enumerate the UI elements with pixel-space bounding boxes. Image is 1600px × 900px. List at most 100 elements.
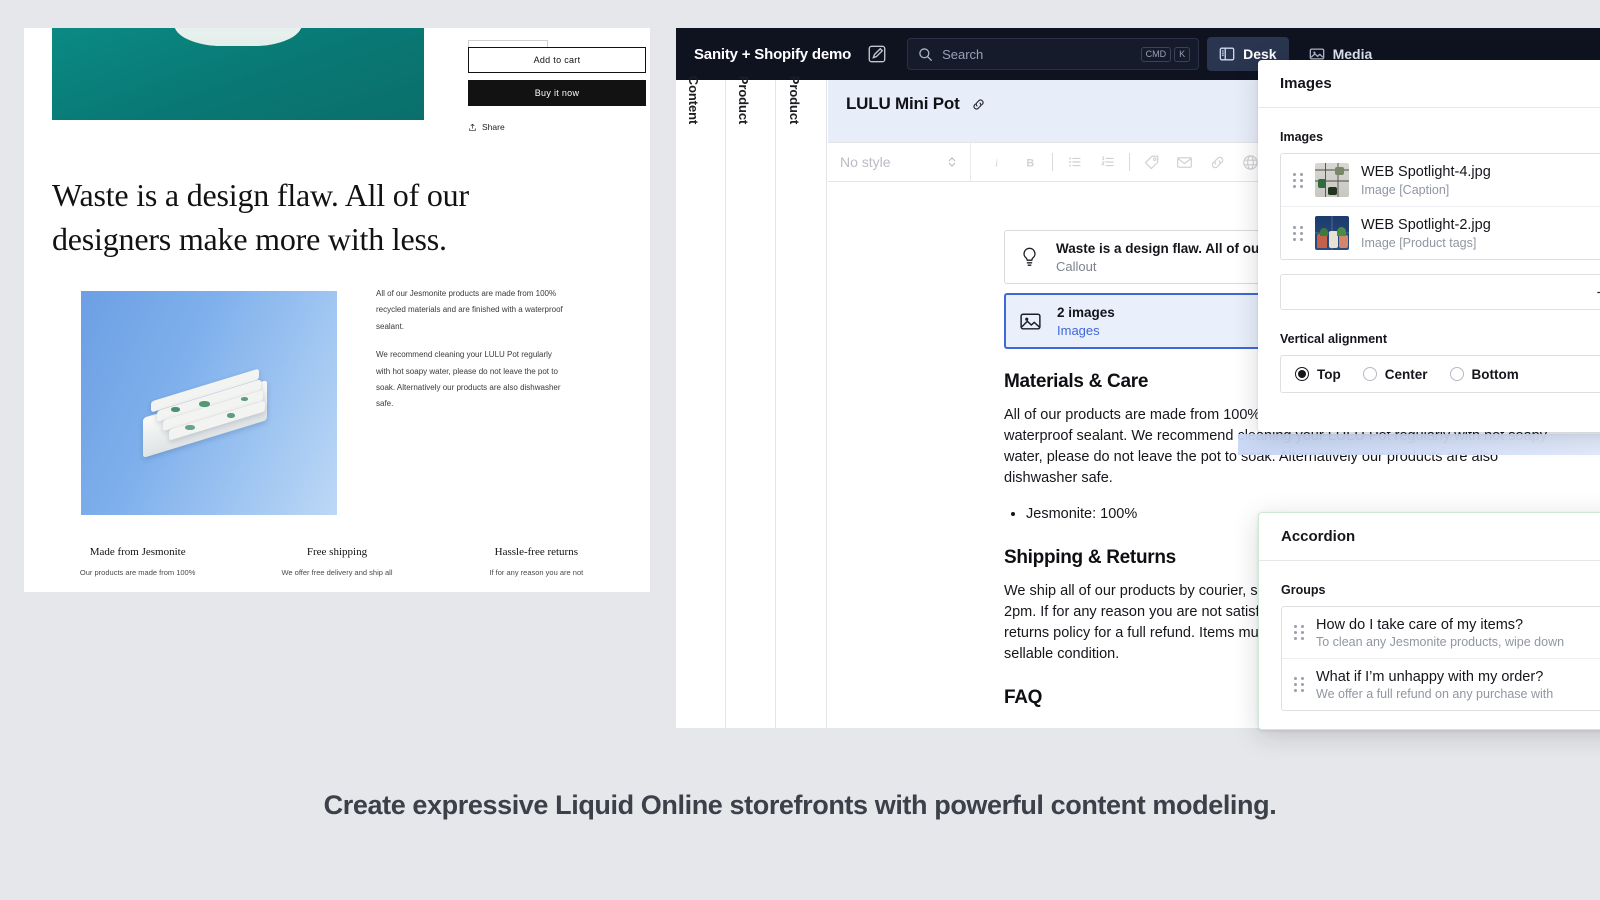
feature-item: Free shipping We offer free delivery and… bbox=[237, 546, 436, 578]
bullet-list-icon[interactable] bbox=[1058, 154, 1091, 170]
chevron-updown-icon bbox=[948, 156, 956, 168]
radio-indicator bbox=[1449, 367, 1464, 381]
add-to-cart-button[interactable]: Add to cart bbox=[468, 47, 646, 73]
search-icon bbox=[919, 47, 933, 61]
groups-array: How do I take care of my items? To clean… bbox=[1281, 606, 1600, 712]
feature-title: Hassle-free returns bbox=[494, 546, 579, 558]
drag-handle-icon[interactable] bbox=[1294, 677, 1304, 693]
image-thumbnail bbox=[1315, 163, 1349, 197]
compose-icon[interactable] bbox=[867, 44, 887, 64]
storefront-feature-row: Made from Jesmonite Our products are mad… bbox=[38, 546, 636, 578]
images-dialog: Images Images WEB Spotlight-4.jpg Image … bbox=[1258, 60, 1600, 432]
bold-icon[interactable]: B bbox=[1014, 155, 1047, 170]
radio-top[interactable]: Top bbox=[1295, 367, 1341, 382]
care-copy-paragraph-2: We recommend cleaning your LULU Pot regu… bbox=[376, 350, 561, 409]
pane-label: Product bbox=[735, 75, 751, 125]
studio-title: Sanity + Shopify demo bbox=[694, 45, 852, 63]
radio-label: Center bbox=[1384, 366, 1428, 382]
search-placeholder: Search bbox=[942, 46, 984, 62]
accordion-dialog-header: Accordion bbox=[1259, 513, 1600, 561]
radio-indicator bbox=[1295, 367, 1309, 381]
feature-title: Made from Jesmonite bbox=[89, 546, 186, 558]
list-item[interactable]: WEB Spotlight-2.jpg Image [Product tags] bbox=[1281, 206, 1600, 259]
style-select-value: No style bbox=[840, 154, 891, 170]
plus-icon bbox=[1597, 291, 1600, 293]
page-caption: Create expressive Liquid Online storefro… bbox=[323, 790, 1277, 820]
pane-product-collapsed-1[interactable]: Product bbox=[726, 76, 776, 728]
list-item[interactable]: WEB Spotlight-4.jpg Image [Caption] bbox=[1281, 154, 1600, 206]
product-hero-image bbox=[52, 28, 424, 120]
images-array: WEB Spotlight-4.jpg Image [Caption] WEB … bbox=[1280, 153, 1600, 260]
radio-bottom[interactable]: Bottom bbox=[1449, 366, 1519, 382]
drag-handle-icon[interactable] bbox=[1294, 625, 1304, 641]
pane-label: Product bbox=[786, 75, 802, 125]
soap-dish-shape bbox=[137, 361, 277, 458]
group-preview: To clean any Jesmonite products, wipe do… bbox=[1316, 635, 1565, 650]
link-icon[interactable] bbox=[1201, 154, 1234, 171]
document-title-wrap: LULU Mini Pot bbox=[846, 94, 986, 114]
feature-item: Hassle-free returns If for any reason yo… bbox=[437, 546, 636, 578]
vertical-alignment-radio-group: Top Center Bottom bbox=[1280, 355, 1600, 393]
italic-icon[interactable]: i bbox=[981, 155, 1014, 170]
style-select[interactable]: No style bbox=[828, 142, 971, 182]
image-meta: Image [Caption] bbox=[1361, 182, 1450, 197]
drag-handle-icon[interactable] bbox=[1293, 225, 1303, 241]
share-label: Share bbox=[482, 122, 505, 132]
add-item-button[interactable]: Add bbox=[1280, 274, 1600, 310]
accordion-dialog: Accordion Groups How do I take care of m… bbox=[1258, 512, 1600, 730]
block-type: Images bbox=[1057, 323, 1100, 339]
search-shortcut-key: K bbox=[1174, 46, 1191, 62]
tag-icon[interactable] bbox=[1135, 154, 1168, 171]
share-icon bbox=[469, 123, 476, 131]
list-item[interactable]: What if I’m unhappy with my order? We of… bbox=[1282, 658, 1600, 710]
feature-description: If for any reason you are not bbox=[489, 568, 584, 577]
buy-it-now-button[interactable]: Buy it now bbox=[468, 80, 646, 106]
toolbar-divider bbox=[1052, 153, 1053, 171]
block-type: Callout bbox=[1056, 259, 1097, 275]
link-icon[interactable] bbox=[971, 97, 986, 112]
search-input[interactable]: Search CMD K bbox=[907, 38, 1200, 70]
images-dialog-header: Images bbox=[1258, 60, 1600, 108]
numbered-list-icon[interactable] bbox=[1091, 154, 1124, 170]
list-item[interactable]: How do I take care of my items? To clean… bbox=[1282, 607, 1600, 658]
feature-item: Made from Jesmonite Our products are mad… bbox=[38, 546, 237, 578]
pot-shape bbox=[174, 28, 302, 46]
radio-center[interactable]: Center bbox=[1362, 366, 1428, 382]
lightbulb-icon bbox=[1023, 247, 1036, 266]
email-icon[interactable] bbox=[1168, 154, 1201, 171]
care-copy-paragraph-1: All of our Jesmonite products are made f… bbox=[376, 289, 563, 331]
pane-content-collapsed[interactable]: Content bbox=[676, 76, 726, 728]
storefront-preview: Add to cart Buy it now Share Waste is a … bbox=[24, 28, 650, 592]
block-title: 2 images bbox=[1057, 305, 1115, 321]
group-preview: We offer a full refund on any purchase w… bbox=[1316, 687, 1554, 702]
images-field-label: Images bbox=[1280, 130, 1324, 144]
svg-text:i: i bbox=[995, 157, 998, 169]
group-title: How do I take care of my items? bbox=[1316, 617, 1524, 633]
radio-indicator bbox=[1362, 367, 1377, 381]
storefront-care-copy: All of our Jesmonite products are made f… bbox=[376, 286, 568, 425]
feature-title: Free shipping bbox=[306, 546, 368, 558]
pane-label: Content bbox=[685, 75, 701, 125]
image-name: WEB Spotlight-4.jpg bbox=[1361, 164, 1491, 181]
groups-field-label: Groups bbox=[1281, 583, 1326, 597]
product-lifestyle-image bbox=[81, 291, 337, 515]
search-shortcut-cmd: CMD bbox=[1140, 46, 1172, 62]
radio-label: Bottom bbox=[1471, 366, 1519, 382]
radio-label: Top bbox=[1317, 366, 1341, 382]
image-name: WEB Spotlight-2.jpg bbox=[1361, 217, 1491, 234]
image-thumbnail bbox=[1315, 216, 1349, 250]
group-title: What if I’m unhappy with my order? bbox=[1316, 669, 1544, 686]
block-title: Waste is a design flaw. All of our d bbox=[1056, 241, 1277, 256]
toolbar-divider bbox=[1129, 153, 1130, 171]
image-meta: Image [Product tags] bbox=[1361, 235, 1477, 250]
drag-handle-icon[interactable] bbox=[1293, 172, 1303, 188]
alignment-field-label: Vertical alignment bbox=[1280, 332, 1387, 346]
document-title: LULU Mini Pot bbox=[846, 94, 960, 113]
share-button[interactable]: Share bbox=[468, 122, 505, 132]
pane-product-collapsed-2[interactable]: Product bbox=[777, 76, 827, 728]
image-icon bbox=[1020, 313, 1041, 330]
desk-icon bbox=[1219, 47, 1235, 61]
svg-text:B: B bbox=[1026, 157, 1034, 169]
feature-description: Our products are made from 100% bbox=[79, 568, 196, 577]
feature-description: We offer free delivery and ship all bbox=[281, 568, 393, 577]
